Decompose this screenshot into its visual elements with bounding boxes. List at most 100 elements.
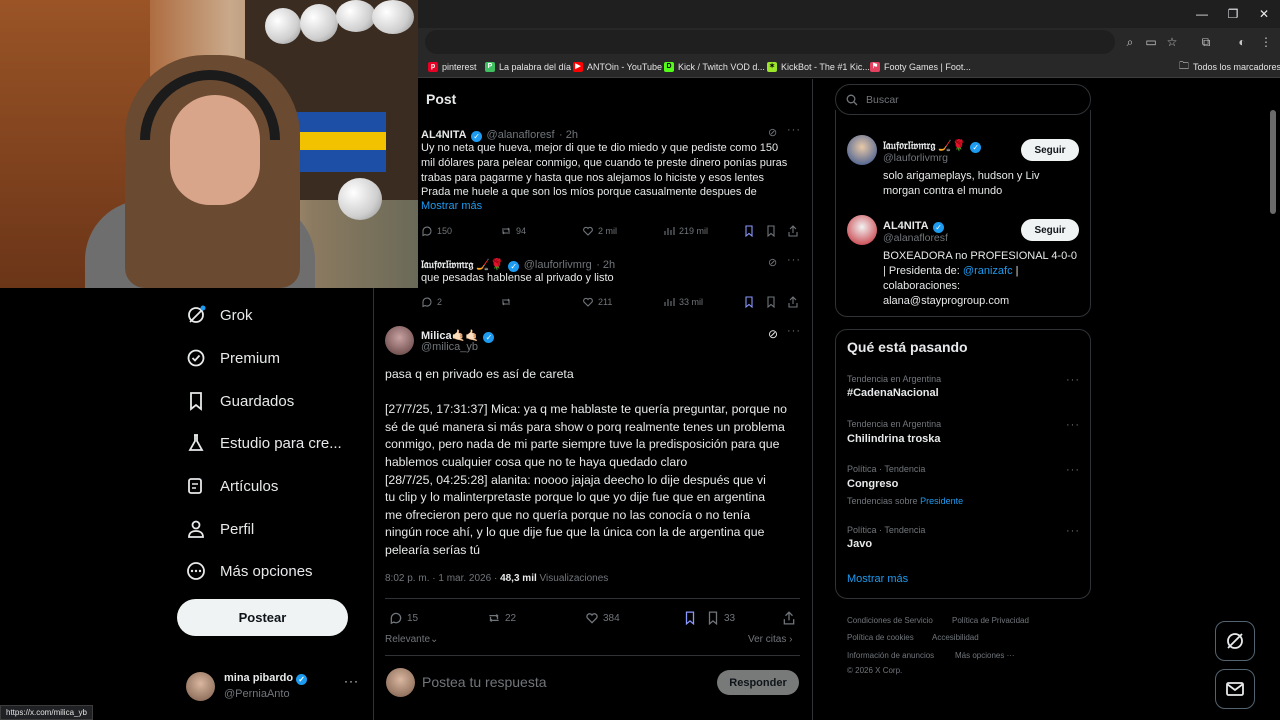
reply-action[interactable]: 2 bbox=[421, 296, 442, 308]
trend-meta: Tendencia en Argentina bbox=[847, 374, 942, 384]
extensions-icon[interactable]: ⧉ bbox=[1198, 34, 1214, 50]
grok-explain-icon[interactable]: ⊘ bbox=[768, 327, 778, 341]
author-handle[interactable]: @alanafloresf bbox=[487, 129, 555, 141]
views-action[interactable]: 219 mil bbox=[663, 225, 708, 237]
scrollbar[interactable] bbox=[1270, 110, 1276, 214]
trend-meta: Tendencia en Argentina bbox=[847, 419, 942, 429]
zoom-icon[interactable]: ⌕ bbox=[1122, 34, 1138, 50]
repost-action[interactable] bbox=[500, 296, 516, 308]
cast-icon[interactable]: ▭ bbox=[1143, 34, 1159, 50]
post-button[interactable]: Postear bbox=[177, 599, 348, 636]
star-icon[interactable]: ☆ bbox=[1164, 34, 1180, 50]
trend-more-icon[interactable]: ··· bbox=[1066, 525, 1080, 537]
bio-mention-link[interactable]: @ranizafc bbox=[963, 265, 1013, 277]
author-name[interactable]: 𝔩𝔞𝔲𝔣𝔬𝔯𝔩𝔦𝔳𝔪𝔯𝔤 🏒🌹 bbox=[421, 259, 504, 271]
share-action[interactable] bbox=[787, 225, 799, 237]
grok-bookmark-icon bbox=[745, 296, 753, 308]
footer-link[interactable]: Más opciones ··· bbox=[955, 651, 1015, 660]
bookmark-action[interactable]: 33 bbox=[706, 611, 735, 625]
like-action[interactable]: 211 bbox=[582, 296, 612, 308]
author-name[interactable]: AL4NITA bbox=[421, 129, 467, 141]
reply-button[interactable]: Responder bbox=[717, 670, 799, 695]
author-avatar[interactable] bbox=[385, 326, 414, 355]
tweet-time[interactable]: · 2h bbox=[596, 259, 615, 271]
bookmark-action[interactable] bbox=[765, 225, 777, 237]
grok-float-button[interactable] bbox=[1215, 621, 1255, 661]
show-more-trends-link[interactable]: Mostrar más bbox=[847, 573, 908, 585]
trend-more-icon[interactable]: ··· bbox=[1066, 464, 1080, 476]
repost-action[interactable]: 94 bbox=[500, 225, 526, 237]
share-action[interactable] bbox=[782, 611, 796, 625]
suggestion-bio: BOXEADORA no PROFESIONAL 4-0-0 | Preside… bbox=[883, 249, 1083, 309]
search-placeholder: Buscar bbox=[866, 93, 899, 106]
more-icon[interactable]: ··· bbox=[787, 325, 801, 337]
minimize-icon[interactable]: — bbox=[1187, 0, 1217, 28]
bookmark-item[interactable]: D Kick / Twitch VOD d... bbox=[664, 59, 765, 75]
trend-more-icon[interactable]: ··· bbox=[1066, 374, 1080, 386]
follow-button[interactable]: Seguir bbox=[1021, 139, 1079, 161]
bookmark-icon bbox=[767, 296, 775, 308]
nav-item-bookmarks[interactable]: Guardados bbox=[186, 386, 294, 416]
profile-icon[interactable]: ◐ bbox=[1234, 34, 1250, 50]
restore-icon[interactable]: ❐ bbox=[1218, 0, 1248, 28]
bookmark-item[interactable]: P La palabra del día bbox=[485, 59, 571, 75]
bookmark-action[interactable] bbox=[765, 296, 777, 308]
grok-bookmark-action[interactable] bbox=[743, 296, 755, 308]
bookmark-item[interactable]: ✶ KickBot - The #1 Kic... bbox=[767, 59, 870, 75]
more-icon[interactable]: ··· bbox=[787, 124, 801, 136]
nav-item-profile[interactable]: Perfil bbox=[186, 514, 254, 544]
all-bookmarks[interactable]: 🗀 Todos los marcadores bbox=[1179, 59, 1280, 75]
reply-action[interactable]: 150 bbox=[421, 225, 452, 237]
footer-link[interactable]: Información de anuncios bbox=[847, 651, 934, 660]
account-more-icon[interactable]: ··· bbox=[344, 674, 359, 688]
nav-item-articles[interactable]: Artículos bbox=[186, 471, 278, 501]
footer-link[interactable]: Política de cookies bbox=[847, 633, 914, 642]
trend-related-link[interactable]: Presidente bbox=[920, 496, 963, 506]
account-switcher[interactable]: mina pibardo ✓ @PerniaAnto ··· bbox=[186, 670, 361, 704]
bookmark-item[interactable]: ▶ ANTOin - YouTube bbox=[573, 59, 662, 75]
footer-link[interactable]: Accesibilidad bbox=[932, 633, 979, 642]
grok-bookmark-action[interactable] bbox=[743, 225, 755, 237]
nav-item-premium[interactable]: Premium bbox=[186, 343, 280, 373]
sort-dropdown[interactable]: Relevante⌄ bbox=[385, 634, 438, 645]
like-action[interactable]: 384 bbox=[585, 611, 620, 625]
reply-input[interactable]: Postea tu respuesta bbox=[422, 674, 547, 690]
messages-float-button[interactable] bbox=[1215, 669, 1255, 709]
heart-icon bbox=[583, 226, 593, 236]
tweet-time[interactable]: · 2h bbox=[559, 129, 578, 141]
trend-name: Javo bbox=[847, 538, 873, 550]
avatar bbox=[847, 135, 877, 165]
footer-link[interactable]: Condiciones de Servicio bbox=[847, 616, 933, 625]
grok-bookmark-action[interactable] bbox=[683, 611, 697, 625]
follow-button[interactable]: Seguir bbox=[1021, 219, 1079, 241]
grok-explain-icon[interactable]: ⊘ bbox=[768, 126, 777, 139]
address-bar[interactable] bbox=[425, 30, 1115, 54]
like-action[interactable]: 2 mil bbox=[582, 225, 617, 237]
verified-icon: ✓ bbox=[483, 332, 495, 343]
nav-item-studio[interactable]: Estudio para cre... bbox=[186, 428, 342, 458]
verified-icon: ✓ bbox=[970, 142, 982, 153]
bookmark-item[interactable]: ⚑ Footy Games | Foot... bbox=[870, 59, 971, 75]
show-more-link[interactable]: Mostrar más bbox=[421, 200, 482, 212]
kick-icon: D bbox=[664, 62, 674, 72]
author-handle[interactable]: @lauforlivmrg bbox=[524, 259, 592, 271]
share-action[interactable] bbox=[787, 296, 799, 308]
repost-action[interactable]: 22 bbox=[487, 611, 516, 625]
menu-icon[interactable]: ⋮ bbox=[1258, 34, 1274, 50]
reply-action[interactable]: 15 bbox=[389, 611, 418, 625]
tweet-timestamp[interactable]: 8:02 p. m. · 1 mar. 2026 · bbox=[385, 573, 497, 584]
trend-more-icon[interactable]: ··· bbox=[1066, 419, 1080, 431]
grok-explain-icon[interactable]: ⊘ bbox=[768, 256, 777, 269]
author-handle[interactable]: @milica_yb bbox=[421, 341, 478, 353]
nav-item-more[interactable]: Más opciones bbox=[186, 556, 313, 586]
close-icon[interactable]: ✕ bbox=[1249, 0, 1279, 28]
suggestion-bio: solo arigameplays, hudson y Liv morgan c… bbox=[883, 170, 1040, 197]
more-icon[interactable]: ··· bbox=[787, 254, 801, 266]
repost-icon bbox=[489, 614, 499, 622]
footer-link[interactable]: Política de Privacidad bbox=[952, 616, 1029, 625]
divider bbox=[385, 655, 800, 656]
view-quotes-link[interactable]: Ver citas › bbox=[748, 634, 792, 645]
nav-item-grok[interactable]: Grok bbox=[186, 300, 253, 330]
views-action[interactable]: 33 mil bbox=[663, 296, 703, 308]
bookmark-item[interactable]: p pinterest bbox=[428, 59, 477, 75]
